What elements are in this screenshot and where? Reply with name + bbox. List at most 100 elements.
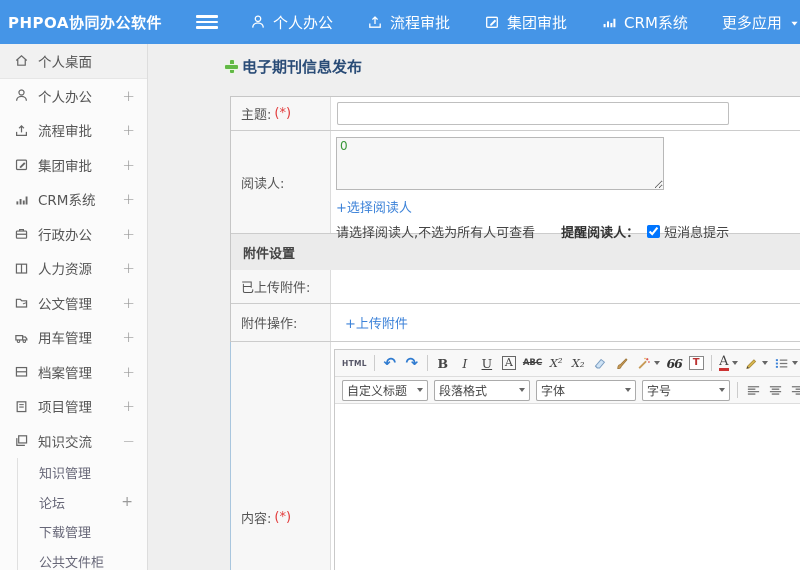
toolbar-separator — [373, 355, 375, 371]
italic-button[interactable]: I — [455, 353, 475, 374]
toolbar-separator — [711, 355, 713, 371]
uploaded-label-text: 已上传附件: — [241, 281, 311, 296]
underline-button[interactable]: U — [477, 353, 497, 374]
sidebar-item-crm-system[interactable]: CRM系统 + — [0, 182, 147, 217]
expand-toggle[interactable]: + — [122, 259, 135, 277]
eraser-button[interactable] — [590, 353, 610, 374]
bold-button[interactable]: B — [433, 353, 453, 374]
strikethrough-button[interactable]: ABC — [521, 353, 544, 374]
readers-label-text: 阅读人: — [241, 176, 285, 192]
sidebar-item-document-management[interactable]: 公文管理 + — [0, 286, 147, 321]
sidebar-item-personal-office[interactable]: 个人办公 + — [0, 79, 147, 114]
subject-label: 主题: (*) — [231, 97, 331, 130]
sidebar-item-group-approval[interactable]: 集团审批 + — [0, 148, 147, 183]
nav-personal-office[interactable]: 个人办公 — [250, 12, 333, 33]
expand-toggle[interactable]: + — [121, 494, 133, 510]
toolbar-separator — [737, 382, 738, 398]
sidebar-item-project-management[interactable]: 项目管理 + — [0, 389, 147, 424]
nav-group-approval[interactable]: 集团审批 — [484, 12, 567, 33]
custom-title-select[interactable]: 自定义标题 — [342, 379, 428, 401]
font-border-button[interactable]: A — [499, 353, 519, 374]
sidebar-item-human-resources[interactable]: 人力资源 + — [0, 251, 147, 286]
sidebar-item-label: 个人桌面 — [38, 54, 92, 71]
subscript-button[interactable]: X₂ — [568, 353, 588, 374]
archive-icon — [14, 364, 29, 379]
collapse-toggle[interactable]: − — [122, 432, 135, 450]
attachment-section-title: 附件设置 — [243, 246, 296, 262]
magic-wand-icon — [636, 356, 651, 371]
paste-as-text-button[interactable]: T — [686, 353, 706, 374]
ordered-list-button[interactable] — [772, 353, 800, 374]
undo-button[interactable]: ↶ — [380, 353, 400, 374]
toolbar-separator — [426, 355, 428, 371]
layers-icon — [14, 433, 29, 448]
font-color-glyph: A — [719, 354, 729, 371]
expand-toggle[interactable]: + — [122, 225, 135, 243]
sidebar-item-archive-management[interactable]: 档案管理 + — [0, 355, 147, 390]
expand-toggle[interactable]: + — [122, 156, 135, 174]
rich-text-editor: HTML ↶ ↷ B I U A ABC X² X₂ 66 T A 自定义标题 … — [334, 349, 800, 570]
car-icon — [14, 330, 29, 345]
blockquote-button[interactable]: 66 — [664, 353, 684, 374]
font-size-select[interactable]: 字号 — [642, 379, 730, 401]
publish-form: 主题: (*) 阅读人: 0 +选择阅读人 请选择阅读人,不选为所有人可查看 提… — [230, 96, 800, 570]
select-readers-link[interactable]: +选择阅读人 — [336, 201, 412, 216]
expand-toggle[interactable]: + — [122, 190, 135, 208]
sidebar-submenu-knowledge: 知识管理 论坛 + 下载管理 公共文件柜 — [17, 458, 147, 570]
sidebar-subitem-knowledge-management[interactable]: 知识管理 — [18, 458, 147, 488]
align-right-button[interactable] — [787, 380, 800, 401]
sidebar-item-knowledge-exchange[interactable]: 知识交流 − — [0, 424, 147, 459]
sms-notify-label: 短消息提示 — [664, 226, 730, 241]
app-brand: PHPOA协同办公软件 — [8, 13, 162, 32]
readers-textarea[interactable]: 0 — [336, 137, 664, 190]
nav-more-apps[interactable]: 更多应用 — [722, 12, 800, 33]
subitem-label: 论坛 — [39, 496, 66, 512]
sidebar-item-label: 知识交流 — [38, 434, 92, 451]
sidebar-subitem-public-file-cabinet[interactable]: 公共文件柜 — [18, 547, 147, 570]
font-color-button[interactable]: A — [717, 353, 739, 374]
format-painter-button[interactable] — [612, 353, 632, 374]
sidebar-item-vehicle-management[interactable]: 用车管理 + — [0, 320, 147, 355]
paste-text-glyph: T — [688, 356, 704, 370]
nav-crm-system[interactable]: CRM系统 — [601, 12, 688, 33]
attach-op-label-text: 附件操作: — [241, 317, 298, 332]
flow-icon — [14, 123, 29, 138]
expand-toggle[interactable]: + — [122, 294, 135, 312]
sidebar-subitem-download-management[interactable]: 下载管理 — [18, 517, 147, 547]
align-right-icon — [790, 383, 800, 398]
font-family-select[interactable]: 字体 — [536, 379, 636, 401]
superscript-button[interactable]: X² — [546, 353, 566, 374]
upload-attachment-link[interactable]: +上传附件 — [345, 313, 408, 332]
expand-toggle[interactable]: + — [122, 87, 135, 105]
subject-input[interactable] — [337, 102, 729, 125]
align-center-button[interactable] — [765, 380, 785, 401]
page-title: 电子期刊信息发布 — [225, 56, 362, 77]
sidebar-item-admin-office[interactable]: 行政办公 + — [0, 217, 147, 252]
nav-workflow-approval[interactable]: 流程审批 — [367, 12, 450, 33]
paragraph-format-select[interactable]: 段落格式 — [434, 379, 530, 401]
content-label-text: 内容: — [241, 511, 272, 527]
book-icon — [14, 261, 29, 276]
notebook-icon — [14, 399, 29, 414]
expand-toggle[interactable]: + — [122, 328, 135, 346]
html-source-button[interactable]: HTML — [340, 353, 369, 374]
sidebar-item-workflow-approval[interactable]: 流程审批 + — [0, 113, 147, 148]
align-left-button[interactable] — [743, 380, 763, 401]
subitem-label: 公共文件柜 — [39, 555, 105, 570]
sidebar-item-label: 行政办公 — [38, 227, 92, 244]
expand-toggle[interactable]: + — [122, 397, 135, 415]
expand-toggle[interactable]: + — [122, 121, 135, 139]
align-center-icon — [768, 383, 783, 398]
sms-notify-checkbox[interactable] — [647, 225, 661, 238]
autotypeset-button[interactable] — [634, 353, 662, 374]
select-label: 自定义标题 — [347, 383, 408, 398]
highlight-button[interactable] — [742, 353, 770, 374]
brush-icon — [615, 356, 630, 371]
sidebar-subitem-forum[interactable]: 论坛 + — [18, 488, 147, 518]
edit-icon — [14, 157, 29, 172]
expand-toggle[interactable]: + — [122, 363, 135, 381]
menu-toggle-icon[interactable] — [196, 15, 218, 29]
sidebar-item-personal-desktop[interactable]: 个人桌面 — [0, 44, 147, 79]
redo-button[interactable]: ↷ — [402, 353, 422, 374]
editor-content-area[interactable] — [335, 404, 800, 570]
